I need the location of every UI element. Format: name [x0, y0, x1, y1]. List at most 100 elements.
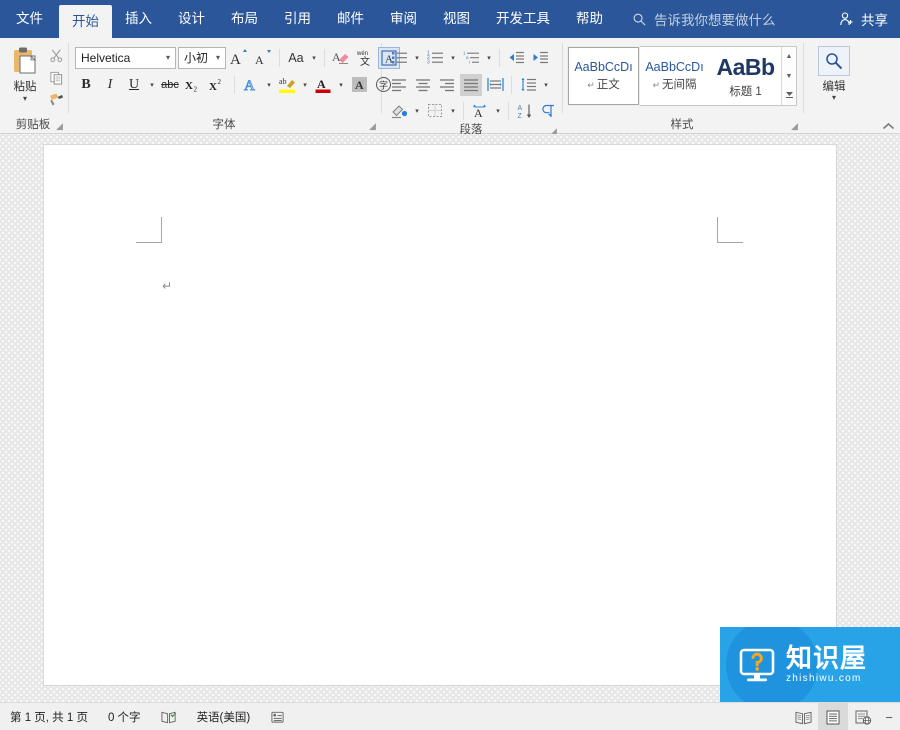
tab-mailings[interactable]: 邮件 [324, 0, 377, 38]
style-item-no-spacing[interactable]: AaBbCcDı ↵ 无间隔 [639, 47, 710, 105]
styles-more-button[interactable] [782, 86, 796, 105]
multilevel-list-button[interactable]: 1 a i [460, 47, 482, 69]
shading-caret[interactable]: ▾ [412, 107, 422, 115]
font-color-button[interactable]: A [312, 74, 334, 96]
style-item-normal[interactable]: AaBbCcDı ↵ 正文 [567, 46, 640, 106]
divider-font-3 [234, 75, 235, 94]
bullet-list-button[interactable] [388, 47, 410, 69]
zoom-out-button[interactable]: − [878, 710, 900, 725]
tab-developer[interactable]: 开发工具 [483, 0, 563, 38]
document-page[interactable]: ↵ [44, 145, 836, 685]
styles-scrollbar[interactable]: ▲ ▼ [781, 47, 796, 105]
cut-button[interactable] [46, 46, 66, 65]
editing-caret[interactable]: ▾ [832, 94, 836, 102]
styles-scroll-down[interactable]: ▼ [782, 67, 796, 86]
collapse-ribbon-button[interactable] [882, 122, 895, 131]
increase-indent-button[interactable] [529, 47, 551, 69]
svg-text:A: A [317, 77, 326, 91]
borders-caret[interactable]: ▾ [448, 107, 458, 115]
tab-help[interactable]: 帮助 [563, 0, 616, 38]
font-color-caret[interactable]: ▾ [336, 81, 346, 89]
status-proofing[interactable] [151, 703, 187, 730]
web-layout-icon [855, 710, 872, 725]
superscript-button[interactable]: X 2 [207, 74, 229, 96]
copy-button[interactable] [46, 68, 66, 87]
multilevel-list-icon: 1 a i [463, 50, 480, 65]
chevron-down-icon[interactable]: ▾ [213, 53, 223, 62]
font-name-combo[interactable]: Helvetica ▾ [75, 46, 176, 69]
change-case-icon: Aa [288, 50, 304, 65]
bullets-caret[interactable]: ▾ [412, 54, 422, 62]
tab-view[interactable]: 视图 [430, 0, 483, 38]
highlight-color-button[interactable]: ab [276, 74, 298, 96]
status-page-info[interactable]: 第 1 页, 共 1 页 [0, 703, 98, 730]
tab-file[interactable]: 文件 [0, 0, 59, 38]
styles-dialog-launcher[interactable]: ◢ [790, 122, 799, 131]
distribute-text-button[interactable] [484, 74, 506, 96]
italic-button[interactable]: I [99, 74, 121, 96]
search-icon [632, 12, 647, 27]
numbered-list-button[interactable]: 1 2 3 [424, 47, 446, 69]
tell-me-box[interactable]: 告诉我你想要做什么 [632, 0, 776, 38]
align-center-button[interactable] [412, 74, 434, 96]
font-dialog-launcher[interactable]: ◢ [368, 122, 377, 131]
view-web-layout[interactable] [848, 703, 878, 730]
numbering-caret[interactable]: ▾ [448, 54, 458, 62]
bold-button[interactable]: B [75, 74, 97, 96]
show-paragraph-marks-button[interactable] [538, 100, 560, 122]
text-effects-button[interactable]: A [240, 74, 262, 96]
share-button[interactable]: 共享 [839, 0, 888, 38]
font-size-combo[interactable]: 小初 ▾ [178, 46, 226, 69]
status-word-count[interactable]: 0 个字 [98, 703, 151, 730]
tab-layout[interactable]: 布局 [218, 0, 271, 38]
tab-design[interactable]: 设计 [165, 0, 218, 38]
clear-formatting-button[interactable]: A [330, 47, 352, 69]
format-painter-button[interactable] [46, 90, 66, 109]
view-print-layout[interactable] [818, 703, 848, 730]
text-effects-caret[interactable]: ▾ [264, 81, 274, 89]
divider-font-1 [279, 48, 280, 67]
style-item-heading-1[interactable]: AaBb 标题 1 [710, 47, 781, 105]
shrink-font-icon: A [253, 49, 273, 67]
svg-text:文: 文 [360, 55, 370, 67]
chevron-down-icon[interactable]: ▾ [163, 53, 173, 62]
justify-button[interactable] [460, 73, 482, 96]
tab-insert[interactable]: 插入 [112, 0, 165, 38]
phonetic-guide-button[interactable]: wén 文 [354, 47, 376, 69]
strikethrough-button[interactable]: abc [159, 74, 181, 96]
decrease-indent-button[interactable] [505, 47, 527, 69]
clipboard-dialog-launcher[interactable]: ◢ [55, 122, 64, 131]
change-case-caret[interactable]: ▾ [309, 54, 319, 62]
view-read-mode[interactable] [788, 703, 818, 730]
underline-caret[interactable]: ▾ [147, 81, 157, 89]
tab-references[interactable]: 引用 [271, 0, 324, 38]
tab-review[interactable]: 审阅 [377, 0, 430, 38]
clear-formatting-icon: A [332, 49, 350, 66]
character-shading-button[interactable]: A [348, 74, 370, 96]
shrink-font-button[interactable]: A [252, 47, 274, 69]
line-spacing-button[interactable] [517, 74, 539, 96]
sort-button[interactable]: A Z [514, 100, 536, 122]
line-spacing-caret[interactable]: ▾ [541, 81, 551, 89]
change-case-button[interactable]: Aa [285, 47, 307, 69]
paste-button[interactable]: 粘贴 ▾ [4, 42, 46, 109]
tab-home[interactable]: 开始 [59, 5, 112, 38]
status-language[interactable]: 英语(美国) [187, 703, 261, 730]
align-left-button[interactable] [388, 74, 410, 96]
align-right-button[interactable] [436, 74, 458, 96]
asian-layout-button[interactable]: A [469, 100, 491, 122]
borders-button[interactable] [424, 100, 446, 122]
status-accessibility[interactable] [260, 703, 295, 730]
document-workspace[interactable]: ↵ 知识屋 zhishiwu.com [0, 134, 900, 702]
grow-font-button[interactable]: A [228, 47, 250, 69]
subscript-button[interactable]: X 2 [183, 74, 205, 96]
editing-button[interactable]: 编辑 ▾ [809, 46, 859, 102]
paragraph-shading-button[interactable] [388, 100, 410, 122]
underline-button[interactable]: U [123, 74, 145, 96]
paste-dropdown-caret[interactable]: ▾ [23, 95, 27, 103]
multilevel-caret[interactable]: ▾ [484, 54, 494, 62]
asian-layout-caret[interactable]: ▾ [493, 107, 503, 115]
highlight-caret[interactable]: ▾ [300, 81, 310, 89]
ribbon: 粘贴 ▾ 剪贴板 ◢ Helvetica ▾ 小初 ▾ A A Aa ▾ A w… [0, 38, 900, 136]
styles-scroll-up[interactable]: ▲ [782, 47, 796, 66]
